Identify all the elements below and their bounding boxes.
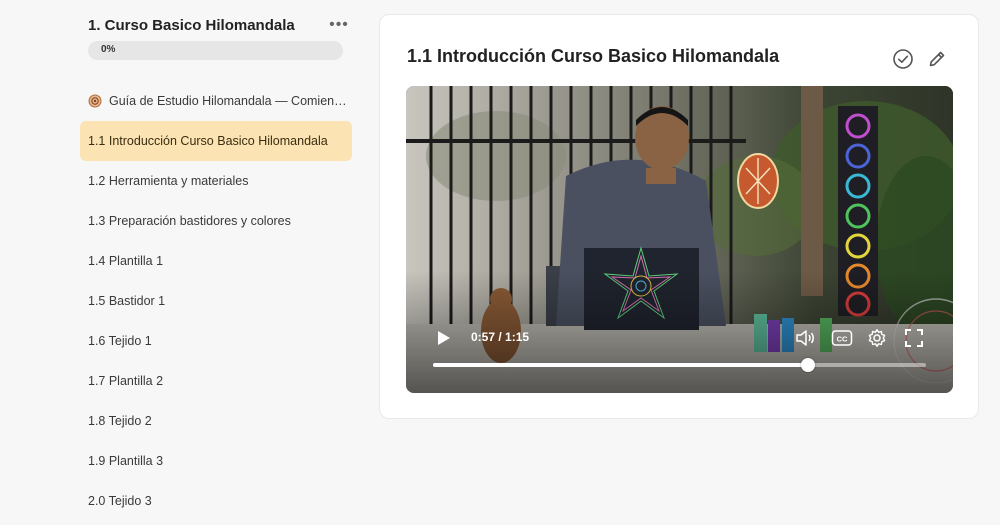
lesson-label: 2.0 Tejido 3 — [88, 494, 152, 508]
video-controls: 0:57 / 1:15 CC — [406, 86, 953, 393]
course-title: 1. Curso Basico Hilomandala — [88, 16, 295, 34]
mark-complete-check-icon[interactable] — [892, 48, 914, 70]
lesson-item-guide[interactable]: Guía de Estudio Hilomandala — Comienza a… — [80, 81, 352, 121]
lesson-item-1-9[interactable]: 1.9 Plantilla 3 — [80, 441, 352, 481]
lesson-item-1-4[interactable]: 1.4 Plantilla 1 — [80, 241, 352, 281]
lesson-label: 1.5 Bastidor 1 — [88, 294, 166, 308]
edit-pencil-icon[interactable] — [926, 48, 948, 70]
settings-gear-icon[interactable] — [867, 328, 887, 348]
lesson-item-1-2[interactable]: 1.2 Herramienta y materiales — [80, 161, 352, 201]
video-seek-thumb[interactable] — [800, 358, 815, 372]
video-time: 0:57 / 1:15 — [471, 330, 530, 344]
lesson-item-1-3[interactable]: 1.3 Preparación bastidores y colores — [80, 201, 352, 241]
volume-icon[interactable] — [795, 328, 817, 348]
play-icon[interactable] — [437, 330, 451, 346]
video-seek-fill — [433, 363, 808, 367]
guide-icon — [88, 94, 102, 108]
lesson-label: Guía de Estudio Hilomandala — Comienza a… — [109, 94, 352, 108]
lesson-title: 1.1 Introducción Curso Basico Hilomandal… — [407, 46, 780, 66]
more-options-icon[interactable]: ••• — [328, 17, 350, 33]
video-seek-bar[interactable] — [433, 358, 926, 372]
lesson-label: 1.2 Herramienta y materiales — [88, 174, 249, 188]
lesson-label: 1.4 Plantilla 1 — [88, 254, 164, 268]
lesson-label: 1.8 Tejido 2 — [88, 414, 152, 428]
svg-text:CC: CC — [837, 335, 848, 344]
lesson-label: 1.1 Introducción Curso Basico Hilomandal… — [88, 134, 328, 148]
lesson-label: 1.9 Plantilla 3 — [88, 454, 164, 468]
lesson-item-1-7[interactable]: 1.7 Plantilla 2 — [80, 361, 352, 401]
course-header: 1. Curso Basico Hilomandala ••• — [88, 14, 350, 36]
lesson-item-2-0[interactable]: 2.0 Tejido 3 — [80, 481, 352, 521]
course-sidebar: 1. Curso Basico Hilomandala ••• 0% Guía … — [0, 0, 360, 525]
lesson-item-1-5[interactable]: 1.5 Bastidor 1 — [80, 281, 352, 321]
video-player[interactable]: 0:57 / 1:15 CC — [406, 86, 953, 393]
lesson-item-1-6[interactable]: 1.6 Tejido 1 — [80, 321, 352, 361]
lesson-list: Guía de Estudio Hilomandala — Comienza a… — [80, 81, 352, 521]
lesson-label: 1.7 Plantilla 2 — [88, 374, 164, 388]
lesson-item-1-1[interactable]: 1.1 Introducción Curso Basico Hilomandal… — [80, 121, 352, 161]
lesson-item-1-8[interactable]: 1.8 Tejido 2 — [80, 401, 352, 441]
closed-captions-icon[interactable]: CC — [831, 329, 853, 347]
course-progress-bar: 0% — [88, 41, 343, 60]
lesson-label: 1.3 Preparación bastidores y colores — [88, 214, 291, 228]
lesson-label: 1.6 Tejido 1 — [88, 334, 152, 348]
course-progress-label: 0% — [101, 44, 116, 55]
lesson-card: 1.1 Introducción Curso Basico Hilomandal… — [379, 14, 979, 419]
fullscreen-icon[interactable] — [905, 329, 923, 347]
